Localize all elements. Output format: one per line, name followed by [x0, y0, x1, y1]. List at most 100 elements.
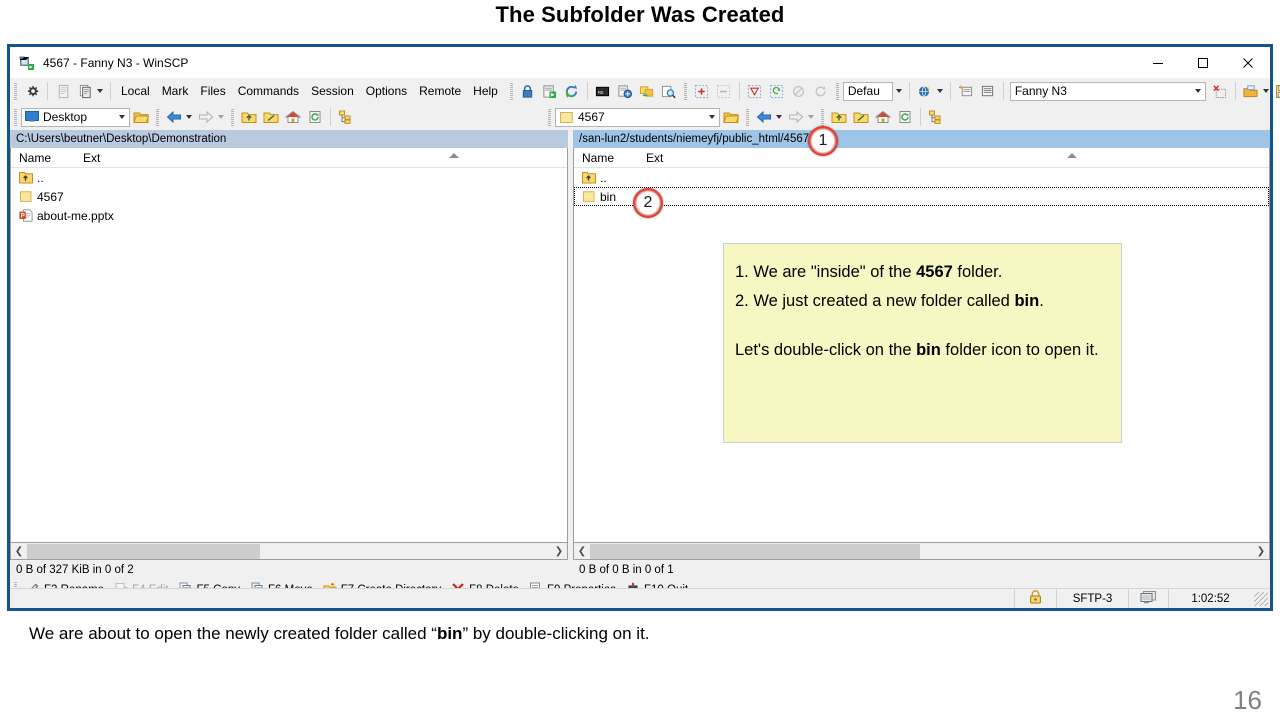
toolbar-grip[interactable]	[509, 82, 513, 100]
local-parent-directory-icon[interactable]	[238, 106, 260, 128]
local-hscroll-track[interactable]	[27, 543, 551, 559]
local-col-name[interactable]: Name	[11, 151, 83, 165]
remote-back-caret-icon[interactable]	[776, 115, 782, 119]
maximize-button[interactable]	[1180, 47, 1225, 78]
restore-selection-icon[interactable]	[810, 80, 832, 102]
secure-connection-cell[interactable]	[1014, 589, 1056, 608]
open-terminal-icon[interactable]	[614, 80, 636, 102]
close-button[interactable]	[1225, 47, 1270, 78]
scroll-left-icon[interactable]: ❮	[574, 544, 590, 559]
protocol-cell[interactable]: SFTP-3	[1056, 589, 1128, 608]
remote-back-icon[interactable]	[753, 106, 775, 128]
local-location-caret-icon[interactable]	[115, 115, 129, 119]
clear-selection-icon[interactable]	[788, 80, 810, 102]
local-back-caret-icon[interactable]	[186, 115, 192, 119]
local-home-directory-icon[interactable]	[282, 106, 304, 128]
session-menu-caret-icon[interactable]	[97, 89, 103, 93]
remote-dir-grip[interactable]	[821, 108, 824, 126]
remote-parent-directory-icon[interactable]	[828, 106, 850, 128]
transfer-settings-combo[interactable]: Defau	[842, 81, 893, 101]
remote-col-ext[interactable]: Ext	[646, 151, 706, 165]
scroll-right-icon[interactable]: ❯	[551, 544, 567, 559]
unselect-files-icon[interactable]	[713, 80, 735, 102]
table-row[interactable]: ..	[11, 168, 567, 187]
local-forward-caret-icon[interactable]	[218, 115, 224, 119]
table-row[interactable]: bin	[574, 187, 1269, 206]
table-row[interactable]: ..	[574, 168, 1269, 187]
menu-session[interactable]: Session	[305, 81, 360, 101]
remote-nav-grip[interactable]	[746, 108, 749, 126]
remote-col-name[interactable]: Name	[574, 151, 646, 165]
copy-session-icon[interactable]	[74, 80, 96, 102]
window-titlebar[interactable]: 4567 - Fanny N3 - WinSCP	[10, 47, 1270, 78]
remote-home-directory-icon[interactable]	[872, 106, 894, 128]
toolbar-grip[interactable]	[835, 82, 839, 100]
local-back-icon[interactable]	[163, 106, 185, 128]
menu-help[interactable]: Help	[467, 81, 504, 101]
local-directory-tree-icon[interactable]	[335, 106, 357, 128]
remote-hscroll-track[interactable]	[590, 543, 1253, 559]
local-hscrollbar[interactable]: ❮ ❯	[10, 543, 568, 560]
new-session-icon[interactable]	[52, 80, 74, 102]
menu-local[interactable]: Local	[115, 81, 156, 101]
remote-refresh-icon[interactable]	[894, 106, 916, 128]
session-combo-caret-icon[interactable]	[1191, 89, 1205, 93]
collapse-caret-icon[interactable]	[449, 153, 459, 158]
window-resize-grip[interactable]	[1254, 591, 1268, 606]
local-location-combo[interactable]: Desktop	[21, 107, 130, 127]
minimize-button[interactable]	[1135, 47, 1180, 78]
local-open-directory-icon[interactable]	[130, 106, 152, 128]
close-session-icon[interactable]	[1209, 80, 1231, 102]
transfer-mode-icon[interactable]	[914, 80, 936, 102]
open-session-folder-icon[interactable]	[1240, 80, 1262, 102]
local-root-directory-icon[interactable]	[260, 106, 282, 128]
save-session-icon[interactable]	[1272, 80, 1280, 102]
menu-files[interactable]: Files	[194, 81, 231, 101]
refresh-icon[interactable]	[561, 80, 583, 102]
remote-hscroll-thumb[interactable]	[590, 543, 920, 559]
remote-forward-caret-icon[interactable]	[808, 115, 814, 119]
local-refresh-icon[interactable]	[304, 106, 326, 128]
session-combo[interactable]: Fanny N3	[1009, 81, 1206, 101]
session-properties-icon[interactable]	[539, 80, 561, 102]
remote-root-directory-icon[interactable]	[850, 106, 872, 128]
remote-location-combo[interactable]: 4567	[555, 107, 720, 127]
local-file-list[interactable]: Name Ext .. 4567 P about-me.pptx	[10, 148, 568, 543]
session-list-icon[interactable]	[977, 80, 999, 102]
toolbar-grip[interactable]	[14, 82, 17, 100]
menu-mark[interactable]: Mark	[156, 81, 195, 101]
remote-hscrollbar[interactable]: ❮ ❯	[573, 543, 1270, 560]
transfer-settings-caret-icon[interactable]	[895, 89, 902, 93]
remote-address-grip[interactable]	[548, 108, 551, 126]
scroll-right-icon[interactable]: ❯	[1253, 544, 1269, 559]
find-files-icon[interactable]	[658, 80, 680, 102]
open-session-caret-icon[interactable]	[1262, 89, 1269, 93]
remote-open-directory-icon[interactable]	[720, 106, 742, 128]
remote-directory-tree-icon[interactable]	[925, 106, 947, 128]
menu-commands[interactable]: Commands	[232, 81, 305, 101]
console-icon[interactable]: MS	[592, 80, 614, 102]
local-address-grip[interactable]	[14, 108, 17, 126]
local-col-ext[interactable]: Ext	[83, 151, 143, 165]
select-files-icon[interactable]	[691, 80, 713, 102]
preferences-gear-icon[interactable]	[21, 80, 43, 102]
local-dir-grip[interactable]	[231, 108, 234, 126]
local-path-bar[interactable]: C:\Users\beutner\Desktop\Demonstration	[10, 130, 568, 148]
local-hscroll-thumb[interactable]	[27, 543, 260, 559]
synchronize-icon[interactable]	[636, 80, 658, 102]
select-mask-icon[interactable]	[744, 80, 766, 102]
remote-monitor-cell[interactable]	[1128, 589, 1168, 608]
transfer-mode-caret-icon[interactable]	[936, 89, 943, 93]
lock-session-icon[interactable]	[517, 80, 539, 102]
scroll-left-icon[interactable]: ❮	[11, 544, 27, 559]
new-session-tab-icon[interactable]	[955, 80, 977, 102]
table-row[interactable]: P about-me.pptx	[11, 206, 567, 225]
remote-forward-icon[interactable]	[785, 106, 807, 128]
remote-path-bar[interactable]: /san-lun2/students/niemeyfj/public_html/…	[573, 130, 1270, 148]
local-nav-grip[interactable]	[156, 108, 159, 126]
table-row[interactable]: 4567	[11, 187, 567, 206]
remote-location-caret-icon[interactable]	[705, 115, 719, 119]
toolbar-grip[interactable]	[683, 82, 687, 100]
invert-selection-icon[interactable]	[766, 80, 788, 102]
menu-remote[interactable]: Remote	[413, 81, 467, 101]
